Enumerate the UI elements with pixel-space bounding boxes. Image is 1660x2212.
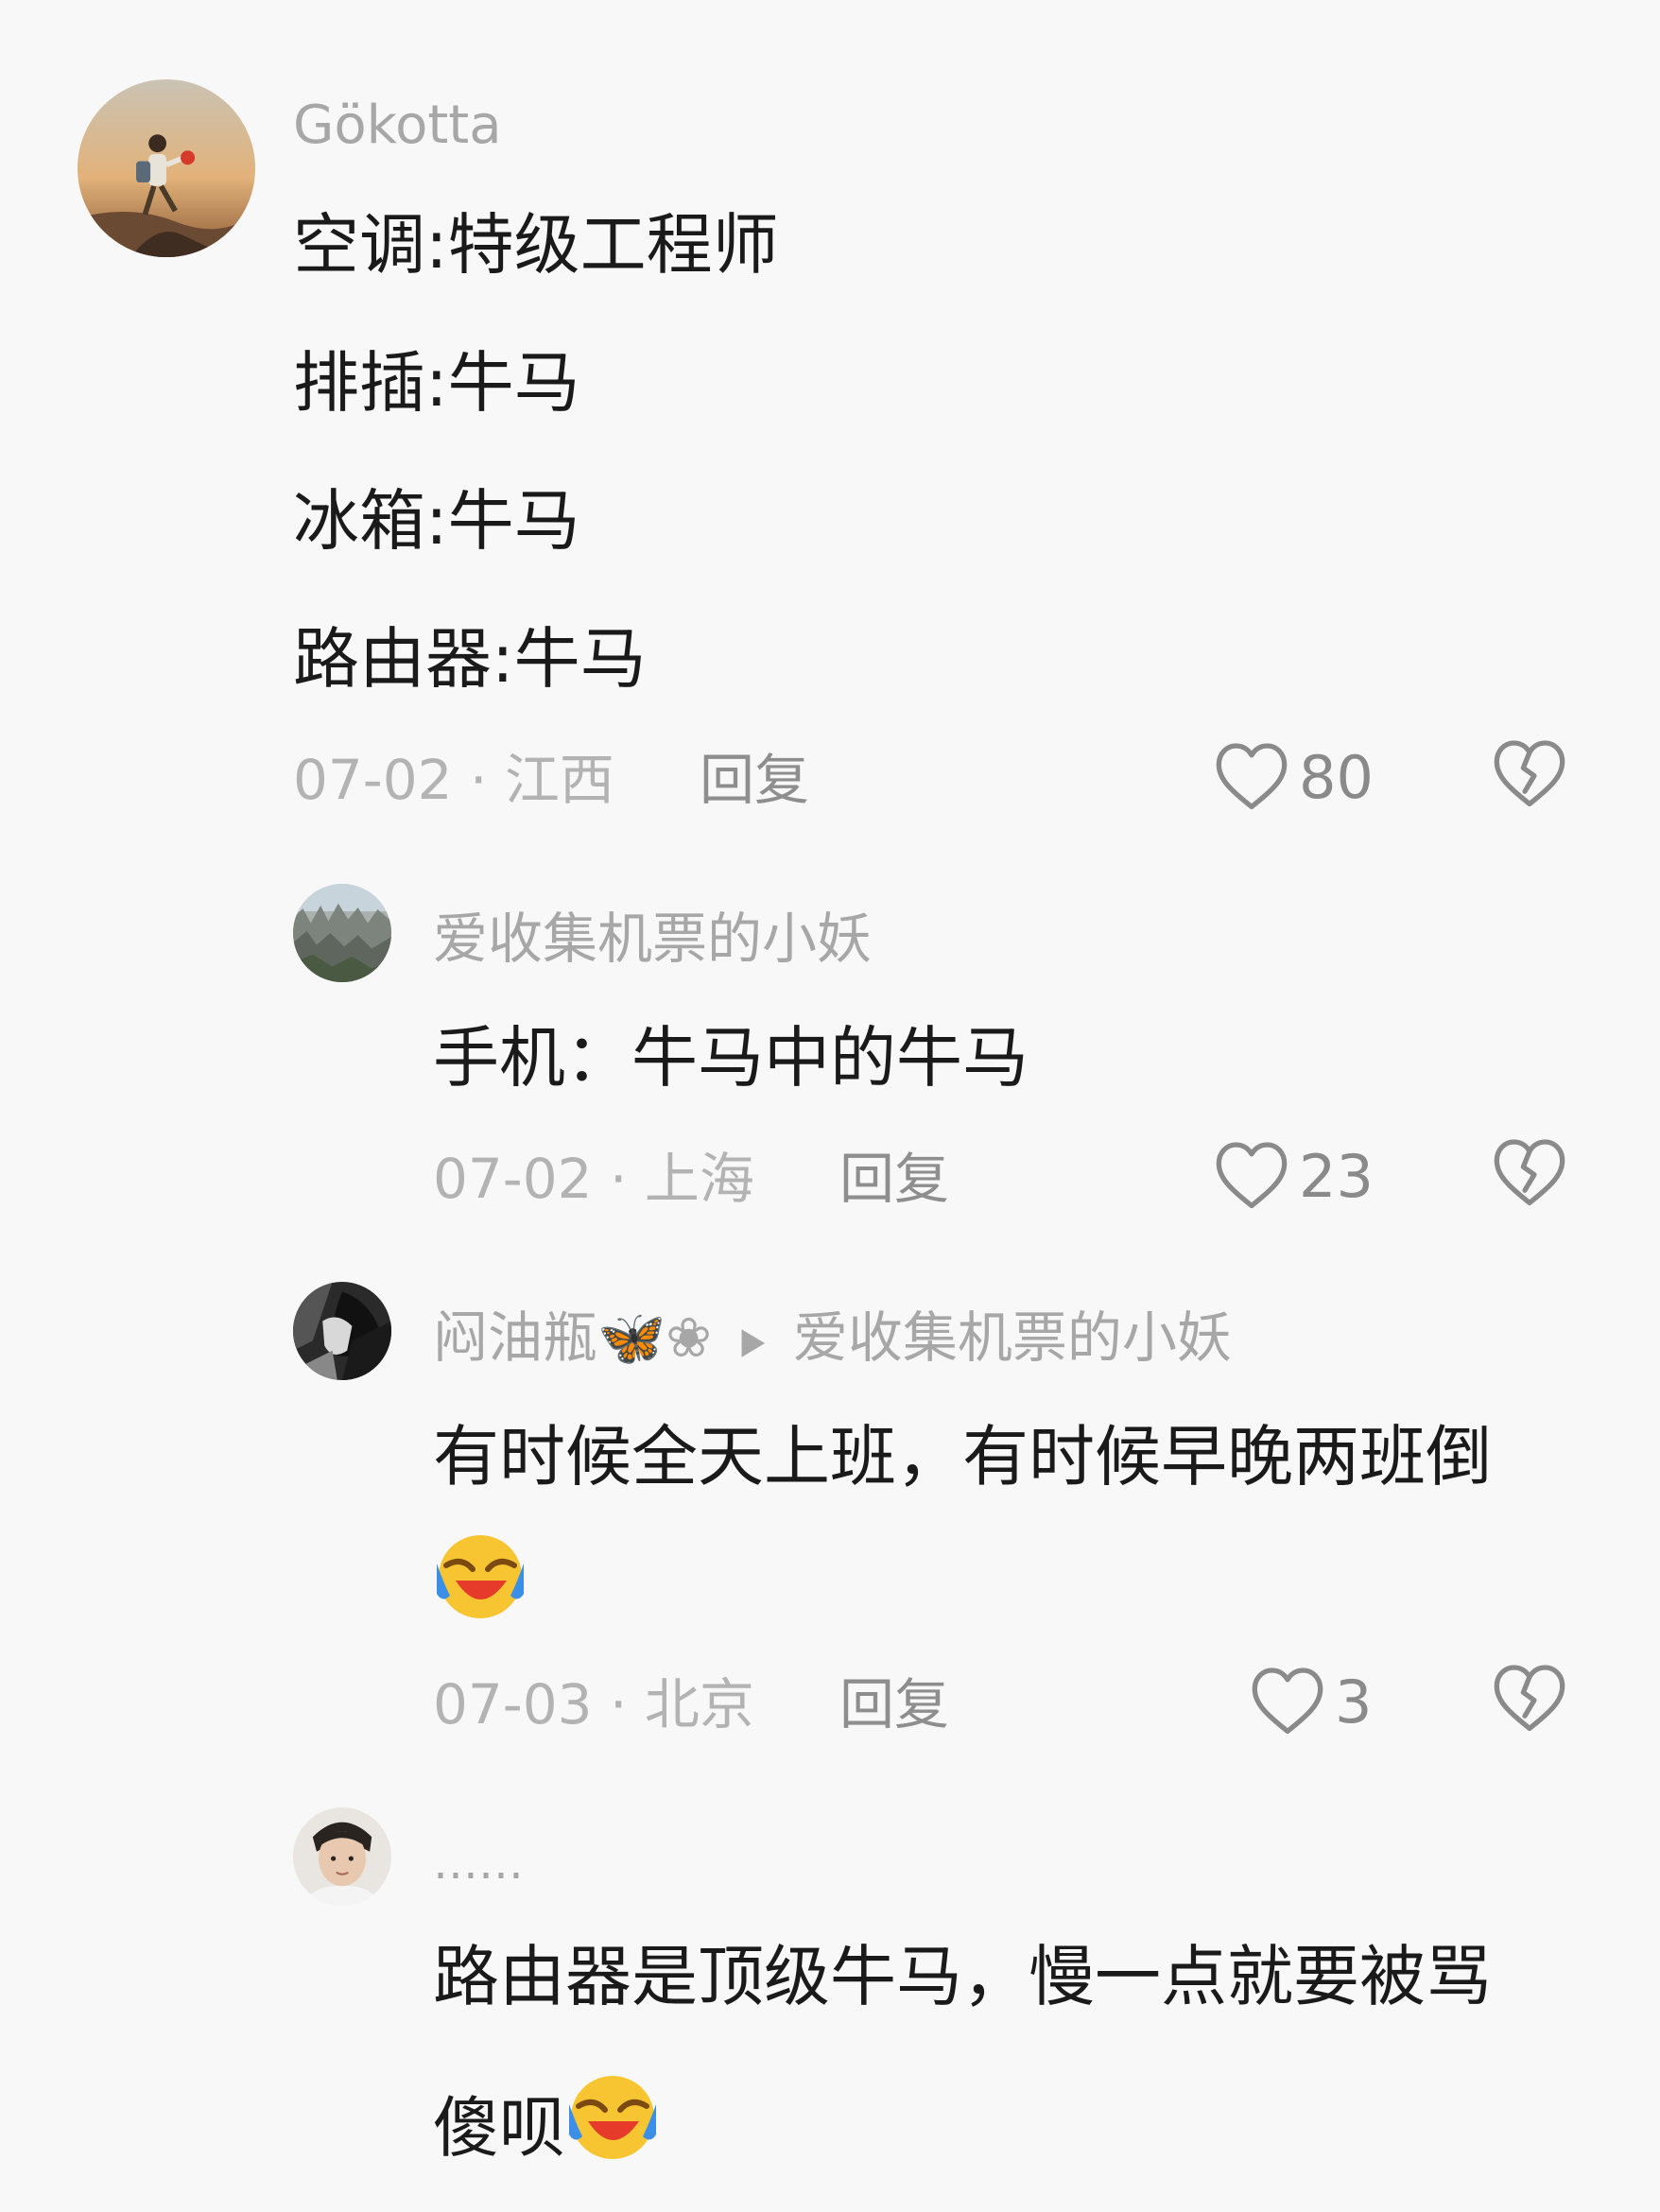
comment-location: 上海 (644, 1147, 754, 1211)
comment-text-line: 排插:牛马 (293, 344, 580, 422)
like-count: 80 (1299, 742, 1374, 812)
comment-text-line: 路由器是顶级牛马，慢一点就要被骂 (433, 1938, 1492, 2015)
like-button[interactable]: 23 (1214, 1133, 1374, 1218)
comment-meta: 07-02 · 江西 (293, 747, 614, 813)
heart-outline-icon (1216, 743, 1288, 810)
comment-text-line: 路由器:牛马 (293, 620, 647, 698)
reply-button[interactable]: 回复 (839, 1146, 949, 1212)
comment-text-line: 冰箱:牛马 (293, 482, 580, 560)
avatar[interactable] (293, 1282, 391, 1380)
comment-date: 07-03 (433, 1672, 593, 1737)
username[interactable]: 闷油瓶🦋❀ 爱收集机票的小妖 (433, 1305, 1232, 1374)
comment-location: 北京 (644, 1672, 754, 1737)
crying-laughing-emoji (433, 1528, 527, 1626)
comment-meta: 07-03 · 北京 (433, 1671, 754, 1737)
comment-text-segment: 傻呗 (433, 2089, 565, 2167)
heart-outline-icon (1216, 1142, 1288, 1209)
comment-location: 江西 (504, 748, 614, 812)
dislike-button[interactable] (1492, 738, 1567, 810)
comment-text-line: 手机：牛马中的牛马 (433, 1019, 1029, 1097)
like-count: 3 (1335, 1667, 1373, 1737)
meta-separator: · (592, 1147, 645, 1211)
reply-button[interactable]: 回复 (700, 747, 809, 813)
username[interactable]: 爱收集机票的小妖 (433, 906, 872, 972)
avatar[interactable] (293, 884, 391, 982)
broken-heart-icon (1494, 740, 1565, 807)
comment-text-line: 有时候全天上班，有时候早晚两班倒 (433, 1418, 1492, 1495)
reply-to-username[interactable]: 爱收集机票的小妖 (793, 1305, 1232, 1370)
meta-separator: · (452, 748, 505, 812)
heart-outline-icon (1252, 1668, 1323, 1735)
broken-heart-icon (1494, 1139, 1565, 1206)
comment-date: 07-02 (433, 1147, 593, 1211)
like-button[interactable]: 80 (1214, 734, 1374, 820)
crying-laughing-emoji (565, 2068, 660, 2187)
like-count: 23 (1299, 1141, 1374, 1211)
comment-emoji-line (433, 1528, 527, 1622)
comment-meta: 07-02 · 上海 (433, 1146, 754, 1212)
avatar[interactable] (293, 1807, 391, 1906)
comment-text-line: 空调:特级工程师 (293, 206, 779, 284)
comment-text-line: 傻呗 (433, 2068, 660, 2167)
like-button[interactable]: 3 (1250, 1659, 1372, 1744)
username[interactable]: …… (433, 1830, 524, 1896)
reply-button[interactable]: 回复 (839, 1671, 949, 1737)
avatar[interactable] (78, 79, 255, 257)
play-triangle-icon (736, 1308, 769, 1374)
meta-separator: · (592, 1672, 645, 1737)
dislike-button[interactable] (1492, 1663, 1567, 1735)
broken-heart-icon (1494, 1665, 1565, 1732)
username-text: 闷油瓶🦋❀ (433, 1305, 712, 1370)
dislike-button[interactable] (1492, 1137, 1567, 1209)
comment-date: 07-02 (293, 748, 453, 812)
username[interactable]: Gökotta (293, 93, 502, 159)
